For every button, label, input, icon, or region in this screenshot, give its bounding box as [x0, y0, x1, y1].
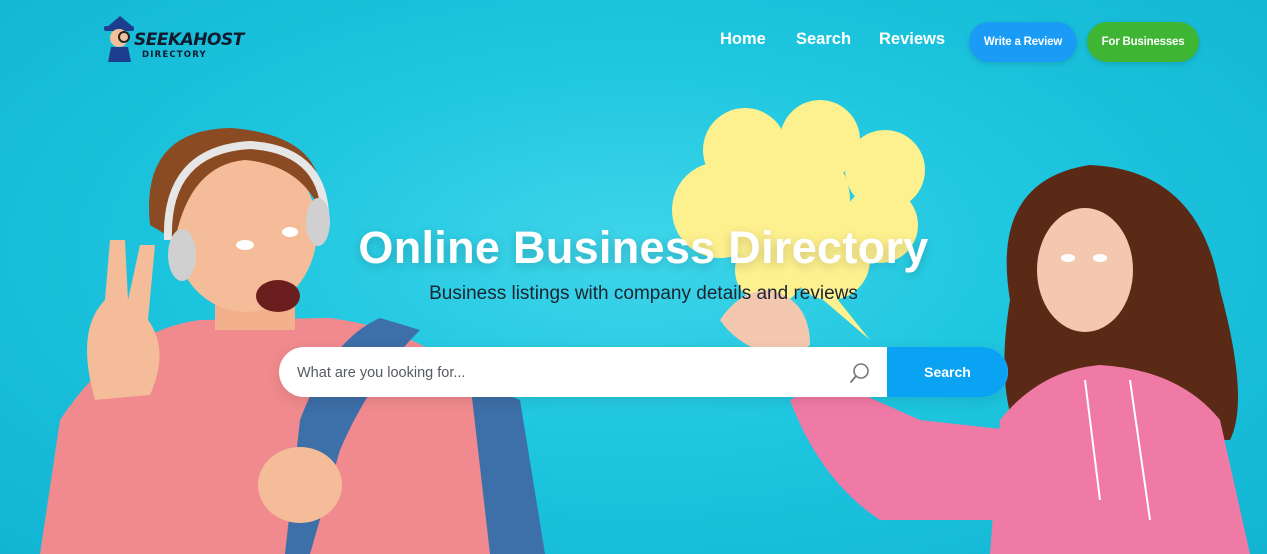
page-subtitle: Business listings with company details a…	[429, 283, 858, 304]
for-businesses-button[interactable]: For Businesses	[1087, 22, 1199, 62]
hero-background-illustration	[40, 100, 1250, 554]
nav-home[interactable]: Home	[720, 30, 766, 49]
search-bar: Search	[279, 347, 1008, 397]
search-input[interactable]	[295, 347, 839, 397]
page-title: Online Business Directory	[358, 222, 929, 273]
site-header: SEEKAHOST DIRECTORY Home Search Reviews …	[0, 0, 1267, 80]
site-logo[interactable]: SEEKAHOST DIRECTORY	[102, 14, 244, 66]
write-review-button[interactable]: Write a Review	[969, 22, 1077, 62]
search-button[interactable]: Search	[887, 347, 1008, 397]
hero-section: SEEKAHOST DIRECTORY Home Search Reviews …	[0, 0, 1267, 554]
nav-search[interactable]: Search	[796, 30, 851, 49]
nav-reviews[interactable]: Reviews	[879, 30, 945, 49]
search-icon[interactable]	[849, 362, 871, 384]
logo-text: SEEKAHOST	[134, 30, 244, 50]
man-illustration	[40, 128, 545, 554]
logo-subtext: DIRECTORY	[142, 50, 207, 60]
detective-mascot-icon	[104, 16, 134, 62]
